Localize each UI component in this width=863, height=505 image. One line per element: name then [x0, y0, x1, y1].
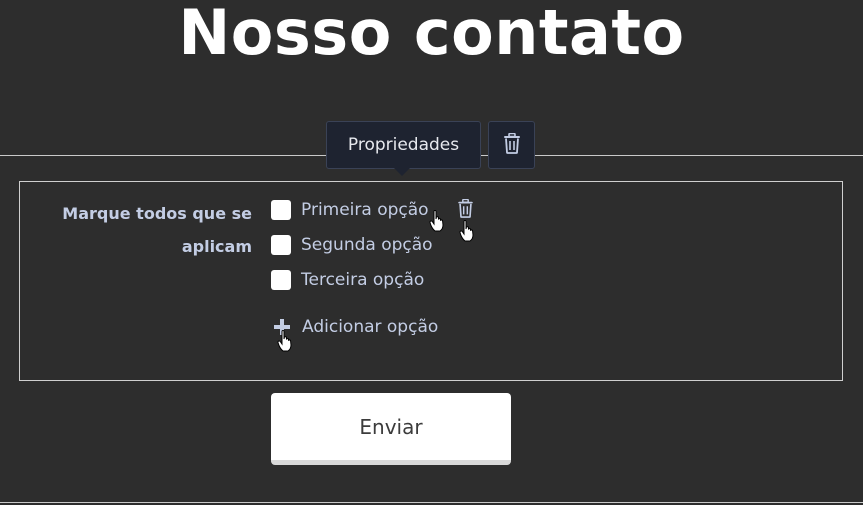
submit-button-label: Enviar [359, 414, 423, 439]
properties-button[interactable]: Propriedades [326, 121, 481, 169]
plus-icon [274, 319, 290, 335]
trash-icon [457, 198, 474, 222]
option-label-2[interactable]: Segunda opção [301, 235, 433, 255]
option-row-3[interactable]: Terceira opção [271, 268, 424, 292]
field-label: Marque todos que se aplicam [62, 204, 252, 256]
properties-tooltip-arrow [394, 168, 410, 176]
option-label-3[interactable]: Terceira opção [301, 270, 424, 290]
add-option-button[interactable]: Adicionar opção [274, 314, 438, 340]
option-checkbox-2[interactable] [271, 235, 291, 255]
option-checkbox-3[interactable] [271, 270, 291, 290]
add-option-label: Adicionar opção [302, 317, 439, 337]
delete-option-button[interactable] [457, 198, 475, 222]
option-label-1[interactable]: Primeira opção [301, 200, 429, 220]
page-title: Nosso contato [178, 0, 685, 69]
option-checkbox-1[interactable] [271, 200, 291, 220]
option-row-2[interactable]: Segunda opção [271, 233, 433, 257]
properties-button-label: Propriedades [347, 135, 460, 155]
delete-field-button[interactable] [488, 121, 535, 169]
section-divider-bottom [0, 502, 863, 503]
submit-button[interactable]: Enviar [271, 393, 511, 465]
trash-icon [503, 132, 521, 158]
option-row-1[interactable]: Primeira opção [271, 198, 429, 222]
